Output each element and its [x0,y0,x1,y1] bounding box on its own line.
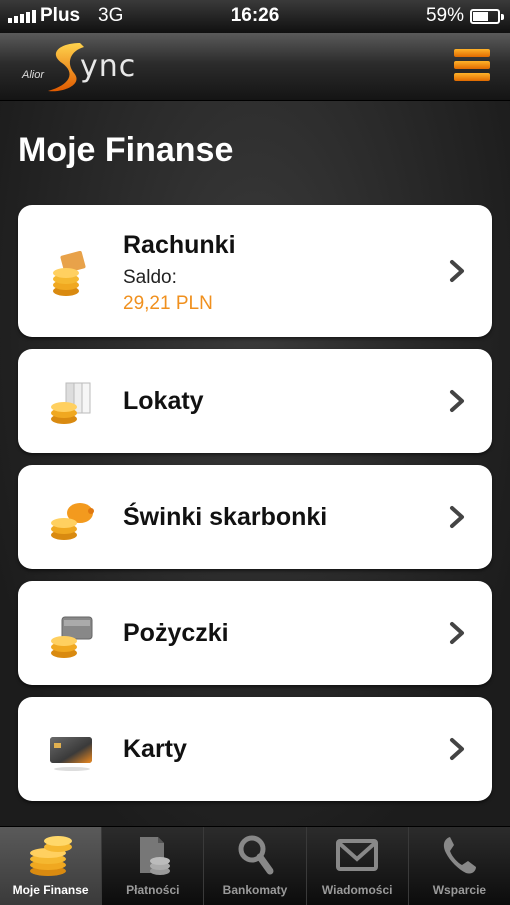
page-title: Moje Finanse [18,131,234,169]
coins-wallet-icon [51,616,93,658]
balance-amount: 29,21 PLN [123,293,213,314]
tab-label: Moje Finanse [12,883,89,897]
coins-icon [29,836,72,876]
coins-document-icon [51,382,91,424]
main-content: Moje Finanse Rachunki Saldo: 29,21 PLN L… [0,101,510,826]
app-header: Alior ync [0,33,510,101]
tab-wsparcie[interactable]: Wsparcie [407,827,510,905]
tab-label: Płatności [126,883,180,897]
search-icon [238,835,274,875]
chevron-right-icon [450,390,464,412]
chevron-right-icon [450,738,464,760]
envelope-icon [336,839,379,871]
card-pozyczki[interactable]: Pożyczki [18,581,492,685]
logo-name-text: ync [80,49,137,84]
battery-percentage: 59% [425,5,464,26]
card-rachunki[interactable]: Rachunki Saldo: 29,21 PLN [18,205,492,337]
status-bar: Plus 3G 16:26 59% [0,0,510,33]
alior-sync-logo: Alior ync [18,39,138,95]
menu-bar-icon [454,73,490,81]
chevron-right-icon [450,506,464,528]
tab-label: Wiadomości [321,883,393,897]
card-label: Świnki skarbonki [123,503,328,531]
tab-label: Wsparcie [432,883,487,897]
piggy-bank-icon [51,503,94,540]
card-swinki-skarbonki[interactable]: Świnki skarbonki [18,465,492,569]
menu-button[interactable] [454,47,490,83]
chevron-right-icon [450,260,464,282]
card-karty[interactable]: Karty [18,697,492,801]
tab-moje-finanse[interactable]: Moje Finanse [0,827,102,905]
card-label: Lokaty [123,387,204,415]
coins-wallet-icon [53,251,86,296]
logo-brand-text: Alior [22,69,45,81]
tab-bar: Moje Finanse Płatności Bankomaty Wiadomo… [0,826,510,905]
card-label: Rachunki [123,231,236,259]
menu-bar-icon [454,61,490,69]
phone-icon [444,837,477,874]
card-label: Pożyczki [123,619,229,647]
card-lokaty[interactable]: Lokaty [18,349,492,453]
menu-bar-icon [454,49,490,57]
balance-label: Saldo: [123,267,177,288]
tab-label: Bankomaty [222,883,288,897]
tab-bankomaty[interactable]: Bankomaty [203,827,305,905]
payments-icon [139,837,170,875]
tab-platnosci[interactable]: Płatności [101,827,203,905]
credit-card-icon [50,737,92,771]
tab-wiadomosci[interactable]: Wiadomości [305,827,408,905]
chevron-right-icon [450,622,464,644]
battery-icon [470,9,504,24]
card-label: Karty [123,735,187,763]
